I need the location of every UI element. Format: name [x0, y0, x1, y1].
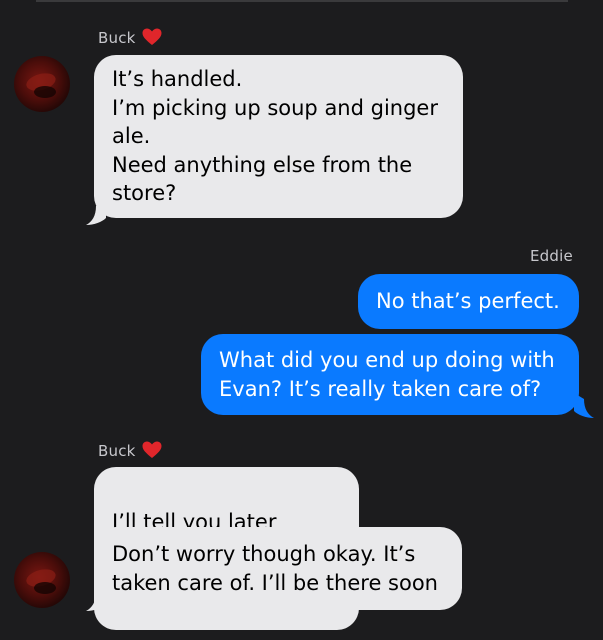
sender-label-buck: Buck — [98, 441, 162, 463]
avatar-buck[interactable] — [14, 56, 70, 112]
red-heart-icon — [142, 441, 162, 463]
message-bubble-incoming[interactable]: Don’t worry though okay. It’s taken care… — [94, 527, 462, 610]
sender-name: Eddie — [530, 247, 573, 265]
red-heart-icon — [142, 28, 162, 50]
message-bubble-outgoing[interactable]: What did you end up doing with Evan? It’… — [201, 334, 579, 415]
avatar-buck[interactable] — [14, 552, 70, 608]
sender-label-buck: Buck — [98, 28, 162, 50]
sender-name: Buck — [98, 442, 136, 460]
top-divider — [36, 0, 568, 2]
sender-label-eddie: Eddie — [530, 247, 573, 265]
message-bubble-outgoing[interactable]: No that’s perfect. — [358, 274, 579, 329]
sender-name: Buck — [98, 29, 136, 47]
message-bubble-incoming[interactable]: It’s handled. I’m picking up soup and gi… — [94, 55, 463, 218]
